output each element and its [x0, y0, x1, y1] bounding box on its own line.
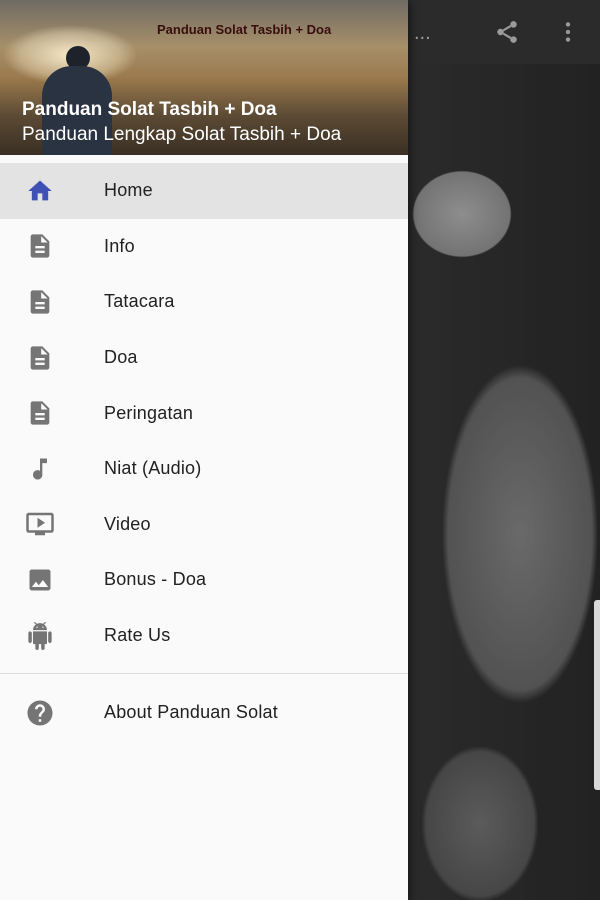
menu-item-bonus-doa[interactable]: Bonus - Doa [0, 552, 408, 608]
menu-item-label: Home [104, 180, 153, 201]
tv-icon [24, 508, 56, 540]
home-icon [24, 175, 56, 207]
menu-item-video[interactable]: Video [0, 497, 408, 553]
document-icon [24, 397, 56, 429]
menu-item-peringatan[interactable]: Peringatan [0, 385, 408, 441]
help-circle-icon [24, 697, 56, 729]
drawer-menu: Home Info Tatacara Doa Peringatan Niat (… [0, 163, 408, 663]
menu-item-rate-us[interactable]: Rate Us [0, 608, 408, 664]
menu-item-label: Info [104, 235, 135, 256]
scroll-handle[interactable] [594, 600, 600, 790]
menu-item-info[interactable]: Info [0, 219, 408, 275]
music-note-icon [24, 453, 56, 485]
menu-item-label: Doa [104, 347, 138, 368]
document-icon [24, 230, 56, 262]
image-icon [24, 564, 56, 596]
header-subtitle: Panduan Lengkap Solat Tasbih + Doa [22, 124, 342, 145]
menu-item-label: Niat (Audio) [104, 458, 202, 479]
navigation-drawer: Panduan Solat Tasbih + Doa Panduan Solat… [0, 0, 408, 900]
menu-item-label: Rate Us [104, 625, 171, 646]
menu-item-label: Tatacara [104, 291, 175, 312]
document-icon [24, 286, 56, 318]
menu-item-about[interactable]: About Panduan Solat [0, 685, 408, 741]
header-banner-text: Panduan Solat Tasbih + Doa [157, 22, 332, 37]
menu-item-niat-audio[interactable]: Niat (Audio) [0, 441, 408, 497]
android-icon [24, 620, 56, 652]
menu-item-home[interactable]: Home [0, 163, 408, 219]
menu-divider [0, 673, 408, 674]
document-icon [24, 342, 56, 374]
screen: ... Panduan Solat Tasbih + Doa Panduan S… [0, 0, 600, 900]
header-title: Panduan Solat Tasbih + Doa [22, 99, 277, 120]
menu-item-label: Video [104, 513, 151, 534]
menu-item-label: Bonus - Doa [104, 569, 207, 590]
menu-item-tatacara[interactable]: Tatacara [0, 274, 408, 330]
drawer-secondary-menu: About Panduan Solat [0, 685, 408, 741]
menu-item-label: Peringatan [104, 402, 194, 423]
drawer-header: Panduan Solat Tasbih + Doa Panduan Solat… [0, 0, 408, 155]
menu-item-doa[interactable]: Doa [0, 330, 408, 386]
menu-item-label: About Panduan Solat [104, 702, 278, 723]
